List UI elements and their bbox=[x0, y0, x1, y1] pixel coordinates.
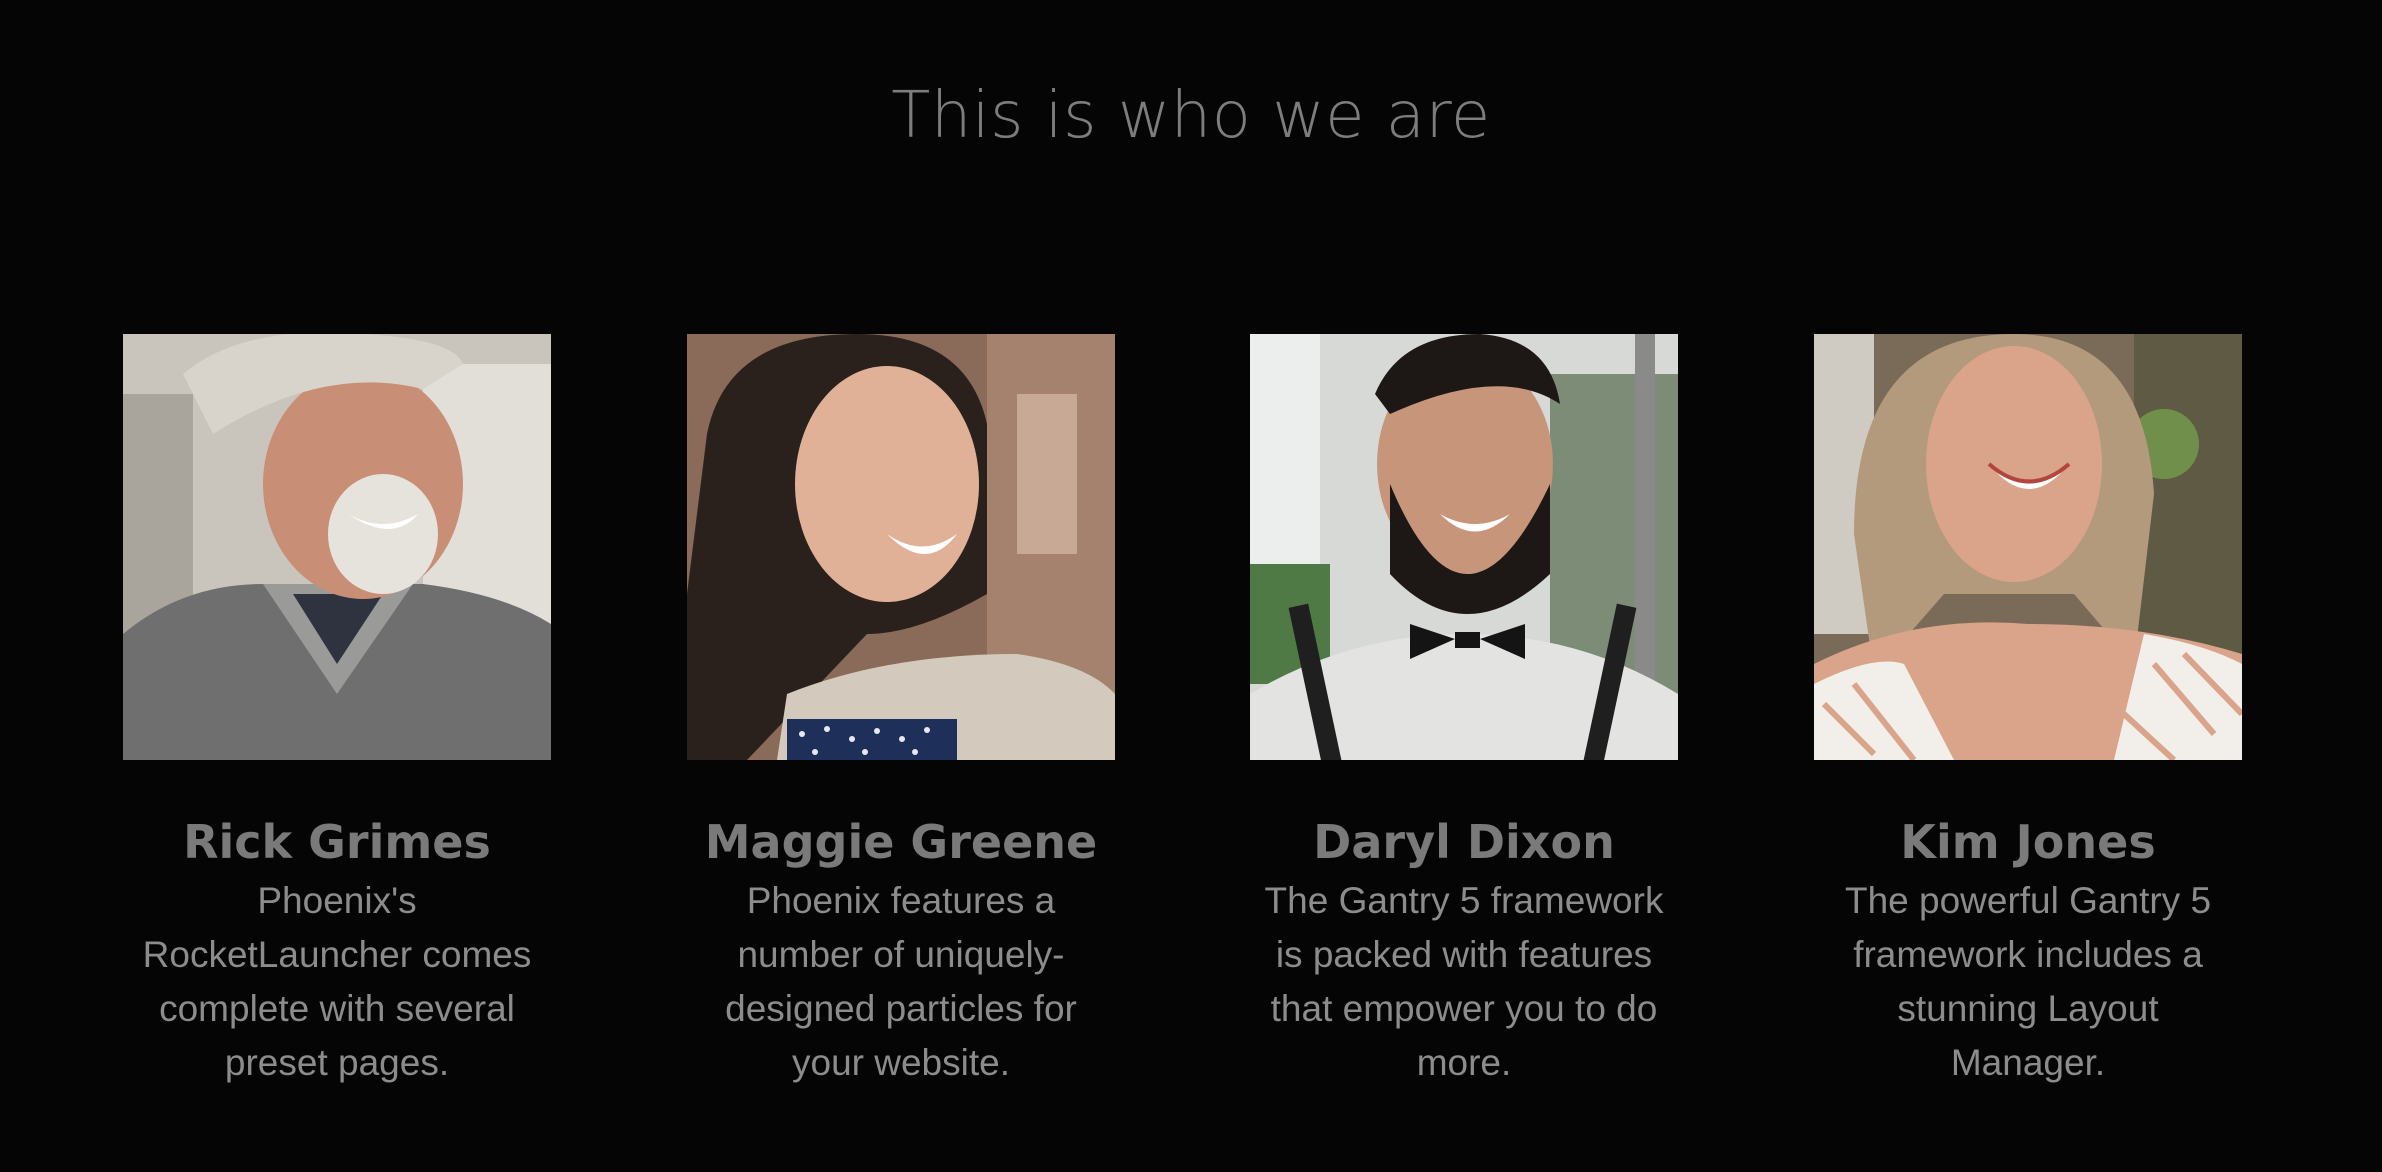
team-member-photo bbox=[123, 334, 551, 760]
team-member-name: Maggie Greene bbox=[704, 815, 1098, 869]
team-list: Rick Grimes Phoenix's RocketLauncher com… bbox=[0, 334, 2382, 1094]
portrait-woman-blonde-icon bbox=[1814, 334, 2242, 760]
portrait-man-beard-icon bbox=[1250, 334, 1678, 760]
section-title: This is who we are bbox=[891, 78, 1491, 153]
team-member-name: Kim Jones bbox=[1900, 815, 2156, 869]
team-member-card: Maggie Greene Phoenix features a number … bbox=[687, 334, 1115, 1090]
team-member-bio: The Gantry 5 framework is packed with fe… bbox=[1264, 880, 1664, 1083]
portrait-man-cap-icon bbox=[123, 334, 551, 760]
team-member-card: Daryl Dixon The Gantry 5 framework is pa… bbox=[1250, 334, 1678, 1090]
team-member-photo bbox=[1250, 334, 1678, 760]
team-member-card: Rick Grimes Phoenix's RocketLauncher com… bbox=[123, 334, 551, 1090]
portrait-woman-dark-hair-icon bbox=[687, 334, 1115, 760]
team-member-name: Rick Grimes bbox=[183, 815, 491, 869]
team-member-photo bbox=[1814, 334, 2242, 760]
team-member-name: Daryl Dixon bbox=[1313, 815, 1615, 869]
team-member-bio: Phoenix features a number of uniquely-de… bbox=[725, 880, 1077, 1083]
team-member-photo bbox=[687, 334, 1115, 760]
team-member-bio: The powerful Gantry 5 framework includes… bbox=[1844, 880, 2212, 1083]
team-member-bio: Phoenix's RocketLauncher comes complete … bbox=[142, 880, 532, 1083]
team-member-card: Kim Jones The powerful Gantry 5 framewor… bbox=[1814, 334, 2242, 1090]
